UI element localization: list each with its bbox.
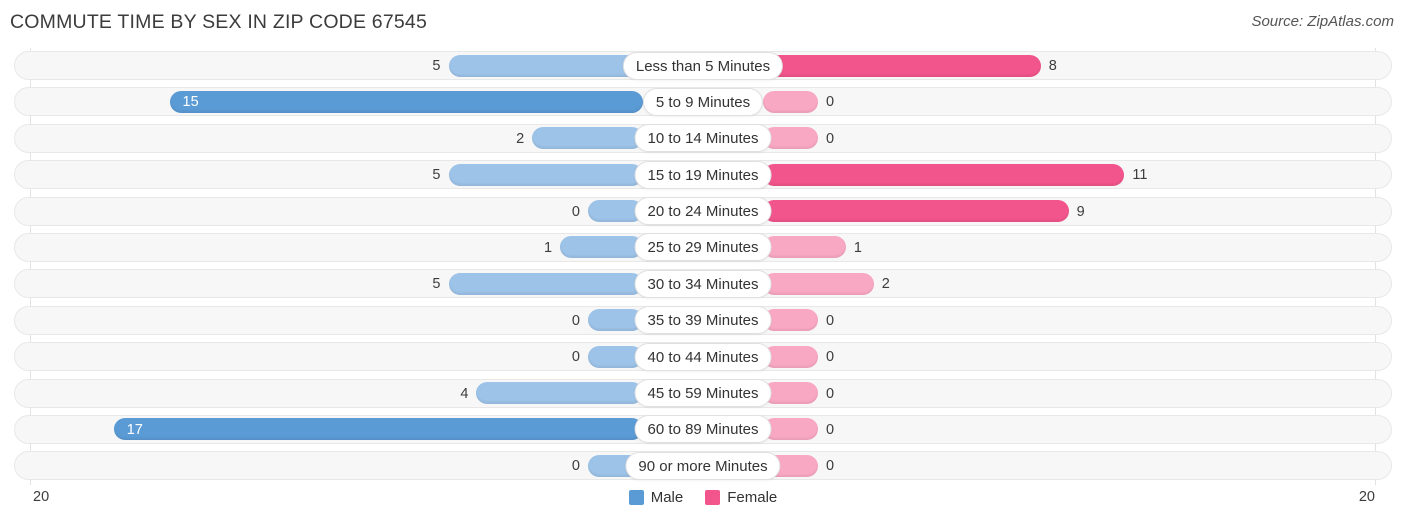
bar-male[interactable] (113, 418, 643, 441)
legend-label-male: Male (650, 489, 684, 506)
category-label[interactable]: Less than 5 Minutes (622, 51, 784, 80)
legend-swatch-male-icon (628, 490, 644, 505)
value-label-female: 8 (1048, 58, 1057, 74)
bar-male[interactable] (476, 382, 643, 405)
category-label[interactable]: 15 to 19 Minutes (634, 160, 772, 189)
bar-row: 2 0 10 to 14 Minutes (0, 121, 1406, 157)
bar-male[interactable] (560, 236, 643, 259)
category-label[interactable]: 40 to 44 Minutes (634, 342, 772, 371)
value-label-female: 1 (853, 239, 862, 256)
value-label-male: 2 (516, 130, 525, 147)
value-label-male: 0 (571, 349, 580, 366)
bar-male[interactable] (532, 127, 643, 150)
value-label-male: 5 (432, 276, 441, 293)
bar-female[interactable] (763, 54, 1041, 77)
bar-row: 1 1 25 to 29 Minutes (0, 230, 1406, 266)
legend: Male Female (0, 489, 1406, 506)
bar-female[interactable] (763, 90, 818, 113)
value-label-female: 9 (1076, 203, 1085, 220)
legend-item-male[interactable]: Male (628, 489, 684, 506)
value-label-male: 17 (126, 421, 143, 438)
bar-row: 17 0 60 to 89 Minutes (0, 412, 1406, 448)
chart-footer: 20 20 Male Female (0, 485, 1406, 523)
value-label-female: 0 (826, 349, 835, 366)
bar-male[interactable] (448, 272, 643, 295)
value-label-male: 1 (544, 239, 553, 256)
chart-header: COMMUTE TIME BY SEX IN ZIP CODE 67545 So… (0, 0, 1406, 45)
value-label-male: 15 (182, 94, 199, 111)
bar-male[interactable] (448, 163, 643, 186)
category-label[interactable]: 5 to 9 Minutes (642, 87, 764, 116)
plot-area: 5 8 Less than 5 Minutes 15 0 5 to 9 Minutes 2 0… (0, 48, 1406, 485)
bar-row: 0 0 90 or more Minutes (0, 448, 1406, 484)
bar-row: 5 2 30 to 34 Minutes (0, 266, 1406, 302)
source-attribution: Source: ZipAtlas.com (1251, 13, 1394, 30)
value-label-female: 0 (826, 458, 835, 475)
bar-rows: 5 8 Less than 5 Minutes 15 0 5 to 9 Minutes 2 0… (0, 48, 1406, 485)
value-label-female: 2 (881, 276, 890, 293)
category-label[interactable]: 35 to 39 Minutes (634, 306, 772, 335)
value-label-female: 0 (826, 130, 835, 147)
bar-row: 0 0 40 to 44 Minutes (0, 339, 1406, 375)
value-label-male: 0 (571, 203, 580, 220)
bar-row: 0 0 35 to 39 Minutes (0, 303, 1406, 339)
value-label-male: 0 (571, 458, 580, 475)
bar-row: 15 0 5 to 9 Minutes (0, 84, 1406, 120)
category-label[interactable]: 10 to 14 Minutes (634, 124, 772, 153)
value-label-male: 5 (432, 167, 441, 184)
value-label-female: 11 (1132, 167, 1148, 184)
value-label-male: 4 (460, 385, 469, 402)
category-label[interactable]: 45 to 59 Minutes (634, 379, 772, 408)
bar-male[interactable] (169, 90, 643, 113)
commute-time-chart: COMMUTE TIME BY SEX IN ZIP CODE 67545 So… (0, 0, 1406, 523)
bar-male[interactable] (448, 54, 643, 77)
bar-row: 5 8 Less than 5 Minutes (0, 48, 1406, 84)
value-label-female: 0 (826, 312, 835, 329)
value-label-female: 0 (826, 385, 835, 402)
legend-item-female[interactable]: Female (705, 489, 777, 506)
bar-female[interactable] (763, 200, 1069, 223)
value-label-female: 0 (826, 421, 835, 438)
value-label-female: 0 (826, 94, 835, 111)
bar-female[interactable] (763, 236, 846, 259)
bar-female[interactable] (763, 163, 1125, 186)
value-label-male: 0 (571, 312, 580, 329)
legend-swatch-female-icon (705, 490, 721, 505)
category-label[interactable]: 90 or more Minutes (625, 451, 781, 480)
category-label[interactable]: 20 to 24 Minutes (634, 197, 772, 226)
category-label[interactable]: 25 to 29 Minutes (634, 233, 772, 262)
bar-row: 4 0 45 to 59 Minutes (0, 376, 1406, 412)
legend-label-female: Female (727, 489, 778, 506)
page-title: COMMUTE TIME BY SEX IN ZIP CODE 67545 (10, 11, 428, 33)
bar-female[interactable] (763, 272, 874, 295)
bar-row: 0 9 20 to 24 Minutes (0, 194, 1406, 230)
category-label[interactable]: 60 to 89 Minutes (634, 415, 772, 444)
bar-row: 5 11 15 to 19 Minutes (0, 157, 1406, 193)
category-label[interactable]: 30 to 34 Minutes (634, 269, 772, 298)
value-label-male: 5 (432, 58, 441, 74)
